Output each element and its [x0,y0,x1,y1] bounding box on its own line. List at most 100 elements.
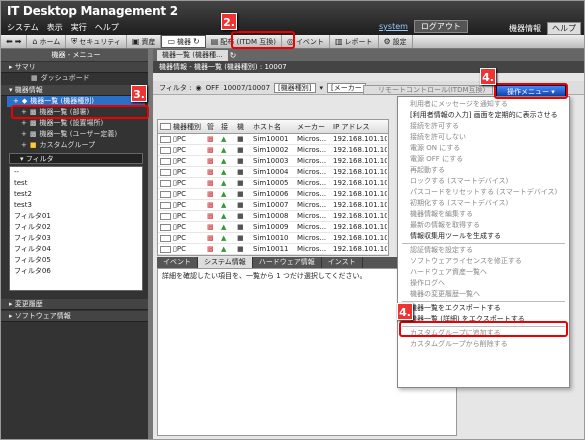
dropdown-item[interactable]: 機器一覧をエクスポートする [398,303,569,314]
dropdown-item[interactable]: 接続を許可しない [398,132,569,143]
filter-item[interactable]: フィルタ01 [10,211,142,222]
filter-item[interactable]: test2 [10,189,142,200]
dropdown-item[interactable]: [利用者情報の入力] 画面を定期的に表示させる [398,110,569,121]
expand-icon[interactable]: + [21,129,27,140]
help-button[interactable]: ヘルプ [547,22,581,35]
filter-item[interactable]: フィルタ06 [10,266,142,277]
dropdown-item[interactable]: ハードウェア資産一覧へ [398,267,569,278]
reports-button[interactable]: ▥ レポート [330,35,379,48]
filter-item[interactable]: フィルタ03 [10,233,142,244]
row-checkbox[interactable] [160,179,171,187]
tab-events[interactable]: イベント [157,257,198,268]
forward-arrow-icon[interactable]: ➡ [15,37,22,46]
sidebar-item-dashboard[interactable]: ▦ ダッシュボード [1,73,151,84]
filter-item[interactable]: フィルタ02 [10,222,142,233]
dropdown-item[interactable]: 接続を許可する [398,121,569,132]
settings-button[interactable]: ⚙ 設定 [379,35,413,48]
menu-run[interactable]: 実行 [71,22,87,33]
sidebar-section-summary[interactable]: ▸ サマリ [1,62,151,73]
back-arrow-icon[interactable]: ⬅ [6,37,13,46]
row-checkbox[interactable] [160,201,171,209]
table-row[interactable]: ▯PC ▩ ▲ ■ Sim10005 Micros... 192.168.101.10 [158,178,388,189]
row-checkbox[interactable] [160,190,171,198]
dropdown-item[interactable]: パスコードをリセットする (スマートデバイス) [398,187,569,198]
table-row[interactable]: ▯PC ▩ ▲ ■ Sim10009 Micros... 192.168.101.10 [158,222,388,233]
table-row[interactable]: ▯PC ▩ ▲ ■ Sim10002 Micros... 192.168.101.10 [158,145,388,156]
filter-item[interactable]: test3 [10,200,142,211]
group-select[interactable]: [機器種別] [274,82,316,93]
expand-icon[interactable]: + [21,140,27,151]
tab-system-info[interactable]: システム情報 [198,257,253,268]
row-checkbox[interactable] [160,157,171,165]
select-all-checkbox[interactable] [160,123,171,130]
chevron-down-icon[interactable]: ▾ [320,84,324,92]
col-hostname[interactable]: ホスト名 [251,122,295,132]
table-row[interactable]: ▯PC ▩ ▲ ■ Sim10011 Micros... 192.168.101.10 [158,244,388,255]
table-row[interactable]: ▯PC ▩ ▲ ■ Sim10007 Micros... 192.168.101.10 [158,200,388,211]
security-button[interactable]: ⛨ セキュリティ [66,35,127,48]
row-checkbox[interactable] [160,168,171,176]
row-checkbox[interactable] [160,245,171,253]
filter-item[interactable]: test [10,178,142,189]
col-machine[interactable]: 機 [235,122,251,132]
dropdown-item[interactable]: 再起動する [398,165,569,176]
tab-device-list[interactable]: 機器一覧 (機器種... [157,49,228,61]
dropdown-item[interactable]: 機器情報を編集する [398,209,569,220]
dropdown-item[interactable]: 最新の情報を取得する [398,220,569,231]
col-manage[interactable]: 管 [205,122,219,132]
sidebar-section-software-info[interactable]: ▸ ソフトウェア情報 [1,311,151,322]
remote-control-button[interactable]: リモートコントロール(ITDM互換) [363,85,493,95]
menu-view[interactable]: 表示 [47,22,63,33]
dropdown-item[interactable]: 情報収集用ツールを生成する [398,231,569,242]
user-link[interactable]: system [379,22,408,31]
dropdown-item[interactable]: ソフトウェアライセンスを修正する [398,256,569,267]
filter-toggle-icon[interactable]: ◉ [195,84,201,92]
logout-button[interactable]: ログアウト [413,20,468,33]
table-row[interactable]: ▯PC ▩ ▲ ■ Sim10006 Micros... 192.168.101.10 [158,189,388,200]
col-maker[interactable]: メーカー [295,122,331,132]
assets-button[interactable]: ▣ 資産 [127,35,162,48]
sidebar-item-device-list-location[interactable]: + ▩ 機器一覧 (設置場所) [1,118,151,129]
dropdown-item[interactable]: 初期化する (スマートデバイス) [398,198,569,209]
row-checkbox[interactable] [160,223,171,231]
refresh-icon[interactable]: ↻ [193,37,200,46]
tab-install[interactable]: インスト [322,257,363,268]
table-row[interactable]: ▯PC ▩ ▲ ■ Sim10001 Micros... 192.168.101.10 [158,134,388,145]
filter-item[interactable]: フィルタ05 [10,255,142,266]
sidebar-section-change-history[interactable]: ▸ 変更履歴 [1,299,151,310]
dropdown-item[interactable]: カスタムグループから削除する [398,339,569,350]
dropdown-item[interactable]: 操作ログへ [398,278,569,289]
filter-header[interactable]: ▾ フィルタ [9,153,143,164]
table-row[interactable]: ▯PC ▩ ▲ ■ Sim10008 Micros... 192.168.101.10 [158,211,388,222]
expand-icon[interactable]: + [21,118,27,129]
sidebar-item-custom-group[interactable]: + ■ カスタムグループ [1,140,151,151]
filter-item[interactable]: フィルタ04 [10,244,142,255]
filter-item[interactable]: -- [10,167,142,178]
row-checkbox[interactable] [160,234,171,242]
refresh-icon[interactable]: ↻ [230,51,237,60]
table-row[interactable]: ▯PC ▩ ▲ ■ Sim10003 Micros... 192.168.101.10 [158,156,388,167]
menu-help[interactable]: ヘルプ [95,22,119,33]
devices-button[interactable]: ▭ 機器 ↻ [161,35,206,48]
dropdown-item[interactable]: ロックする (スマートデバイス) [398,176,569,187]
dropdown-item[interactable]: 認証情報を設定する [398,245,569,256]
row-checkbox[interactable] [160,212,171,220]
dropdown-item[interactable]: 電源 ON にする [398,143,569,154]
row-checkbox[interactable] [160,135,171,143]
dropdown-item[interactable]: 利用者にメッセージを通知する [398,99,569,110]
dropdown-item[interactable]: 電源 OFF にする [398,154,569,165]
col-connect[interactable]: 接 [219,122,235,132]
home-button[interactable]: ⌂ ホーム [27,35,67,48]
back-forward-buttons[interactable]: ⬅ ➡ [1,35,28,48]
row-checkbox[interactable] [160,146,171,154]
col-device-type[interactable]: 機器種別 [171,122,205,132]
dropdown-item[interactable]: 機器の変更履歴一覧へ [398,289,569,300]
table-row[interactable]: ▯PC ▩ ▲ ■ Sim10004 Micros... 192.168.101.10 [158,167,388,178]
tab-hardware-info[interactable]: ハードウェア情報 [253,257,322,268]
col-ip[interactable]: IP アドレス [331,122,387,132]
table-row[interactable]: ▯PC ▩ ▲ ■ Sim10010 Micros... 192.168.101.10 [158,233,388,244]
menu-system[interactable]: システム [7,22,39,33]
sidebar-section-device-info[interactable]: ▾ 機器情報 [1,85,151,96]
maker-select[interactable]: [メーカー [327,82,366,93]
sidebar-item-device-list-user[interactable]: + ▩ 機器一覧 (ユーザー定義) [1,129,151,140]
